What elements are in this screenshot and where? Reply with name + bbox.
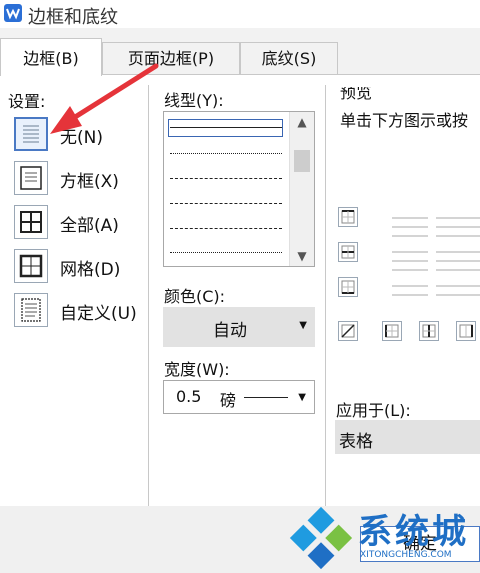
line-style-scrollbar[interactable]: ▲ ▼ [289, 112, 314, 266]
line-style-dash-dot-dot[interactable] [170, 252, 282, 253]
apply-to-value: 表格 [339, 432, 373, 452]
preview-hint: 单击下方图示或按 [340, 111, 469, 130]
tab-bar: 边框(B) 页面边框(P) 底纹(S) [0, 38, 480, 76]
line-style-dashed[interactable] [170, 178, 282, 179]
width-dropdown[interactable]: 0.5 磅 ▼ [163, 380, 315, 414]
chevron-down-icon: ▼ [299, 320, 307, 331]
setting-box-label: 方框(X) [60, 172, 119, 192]
width-sample-line [244, 397, 288, 398]
separator-right [325, 85, 326, 507]
borders-panel: 设置: 无(N) 方框(X) 全部(A) 网格(D) 自定义(U) 线型(Y):… [0, 74, 480, 507]
line-style-list[interactable]: ▲ ▼ [163, 111, 315, 267]
line-style-dotted[interactable] [170, 153, 282, 154]
color-dropdown[interactable]: 自动 ▼ [163, 307, 315, 347]
settings-label: 设置: [8, 92, 46, 111]
wps-app-icon [4, 4, 22, 22]
title-bar: 边框和底纹 [0, 0, 480, 28]
left-border-button[interactable] [382, 321, 402, 341]
line-style-long-dash[interactable] [170, 203, 282, 204]
all-borders-icon [14, 205, 48, 239]
preview-label: 预览 [340, 83, 373, 102]
separator-left [148, 85, 149, 507]
setting-none-label: 无(N) [60, 128, 103, 148]
width-unit: 磅 [220, 391, 237, 410]
scroll-thumb[interactable] [294, 150, 310, 172]
box-border-icon [14, 161, 48, 195]
line-style-dash-dot[interactable] [170, 228, 282, 229]
tab-page-border-label: 页面边框(P) [127, 49, 215, 68]
preview-area [390, 217, 480, 307]
top-border-button[interactable] [338, 207, 358, 227]
watermark-subtext: XITONGCHENG.COM [360, 550, 452, 560]
watermark-text: 系统城 [358, 512, 469, 552]
apply-to-label: 应用于(L): [336, 401, 411, 420]
apply-to-dropdown[interactable]: 表格 [335, 420, 480, 454]
setting-none[interactable]: 无(N) [14, 117, 154, 151]
right-border-button[interactable] [456, 321, 476, 341]
tab-shading[interactable]: 底纹(S) [240, 42, 338, 74]
setting-custom-label: 自定义(U) [60, 304, 137, 324]
inside-horizontal-border-button[interactable] [338, 242, 358, 262]
tab-borders-label: 边框(B) [23, 49, 79, 68]
tab-borders[interactable]: 边框(B) [0, 38, 102, 76]
diagonal-border-button[interactable] [338, 321, 358, 341]
line-style-label: 线型(Y): [164, 91, 224, 110]
bottom-border-button[interactable] [338, 277, 358, 297]
tab-shading-label: 底纹(S) [261, 49, 317, 68]
color-label: 颜色(C): [164, 287, 226, 306]
setting-box[interactable]: 方框(X) [14, 161, 154, 195]
line-style-solid[interactable] [170, 127, 282, 128]
watermark: 系统城 XITONGCHENG.COM [286, 500, 480, 573]
setting-custom[interactable]: 自定义(U) [14, 293, 154, 327]
chevron-down-icon: ▼ [298, 392, 306, 403]
grid-border-icon [14, 249, 48, 283]
setting-all[interactable]: 全部(A) [14, 205, 154, 239]
scroll-up-icon[interactable]: ▲ [296, 116, 308, 128]
line-style-selected-item[interactable] [168, 119, 283, 137]
width-value: 0.5 [176, 387, 202, 406]
setting-all-label: 全部(A) [60, 216, 119, 236]
none-border-icon [14, 117, 48, 151]
width-label: 宽度(W): [164, 360, 230, 379]
watermark-logo [289, 506, 353, 570]
color-value: 自动 [213, 321, 247, 341]
custom-border-icon [14, 293, 48, 327]
setting-grid-label: 网格(D) [60, 260, 121, 280]
window-title: 边框和底纹 [28, 7, 118, 28]
inside-vertical-border-button[interactable] [419, 321, 439, 341]
setting-grid[interactable]: 网格(D) [14, 249, 154, 283]
scroll-down-icon[interactable]: ▼ [296, 250, 308, 262]
tab-page-border[interactable]: 页面边框(P) [102, 42, 240, 74]
